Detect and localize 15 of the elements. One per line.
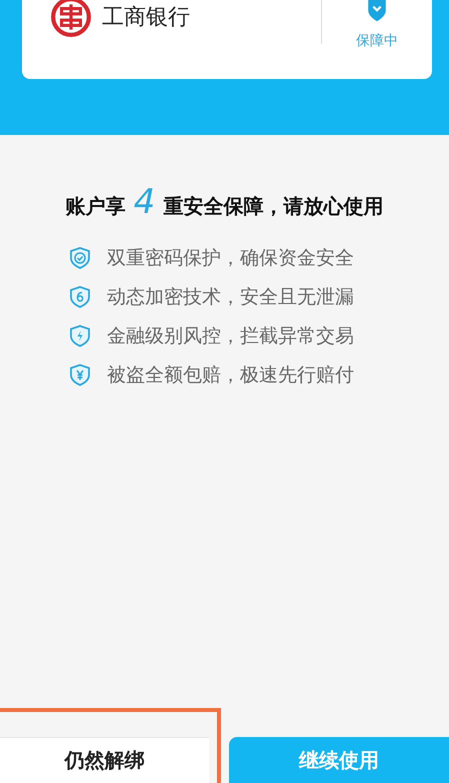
shield-bolt-icon xyxy=(68,324,92,348)
headline-number: 4 xyxy=(134,185,156,219)
shield-yuan-icon xyxy=(68,362,92,386)
bank-name: 工商银行 xyxy=(102,4,190,32)
bank-logo-icon xyxy=(50,0,92,38)
status-label: 保障中 xyxy=(356,32,398,50)
feature-text: 金融级别风控，拦截异常交易 xyxy=(107,324,354,348)
shield-check-icon xyxy=(68,246,92,270)
feature-text: 动态加密技术，安全且无泄漏 xyxy=(107,284,354,310)
feature-text: 被盗全额包赔，极速先行赔付 xyxy=(107,362,354,388)
headline-text: 账户享 xyxy=(66,193,126,220)
feature-text: 双重密码保护，确保资金安全 xyxy=(107,246,354,270)
headline-text: 重安全保障，请放心使用 xyxy=(163,193,384,220)
shield-six-icon xyxy=(68,284,92,308)
unbind-button[interactable]: 仍然解绑 xyxy=(0,737,208,783)
